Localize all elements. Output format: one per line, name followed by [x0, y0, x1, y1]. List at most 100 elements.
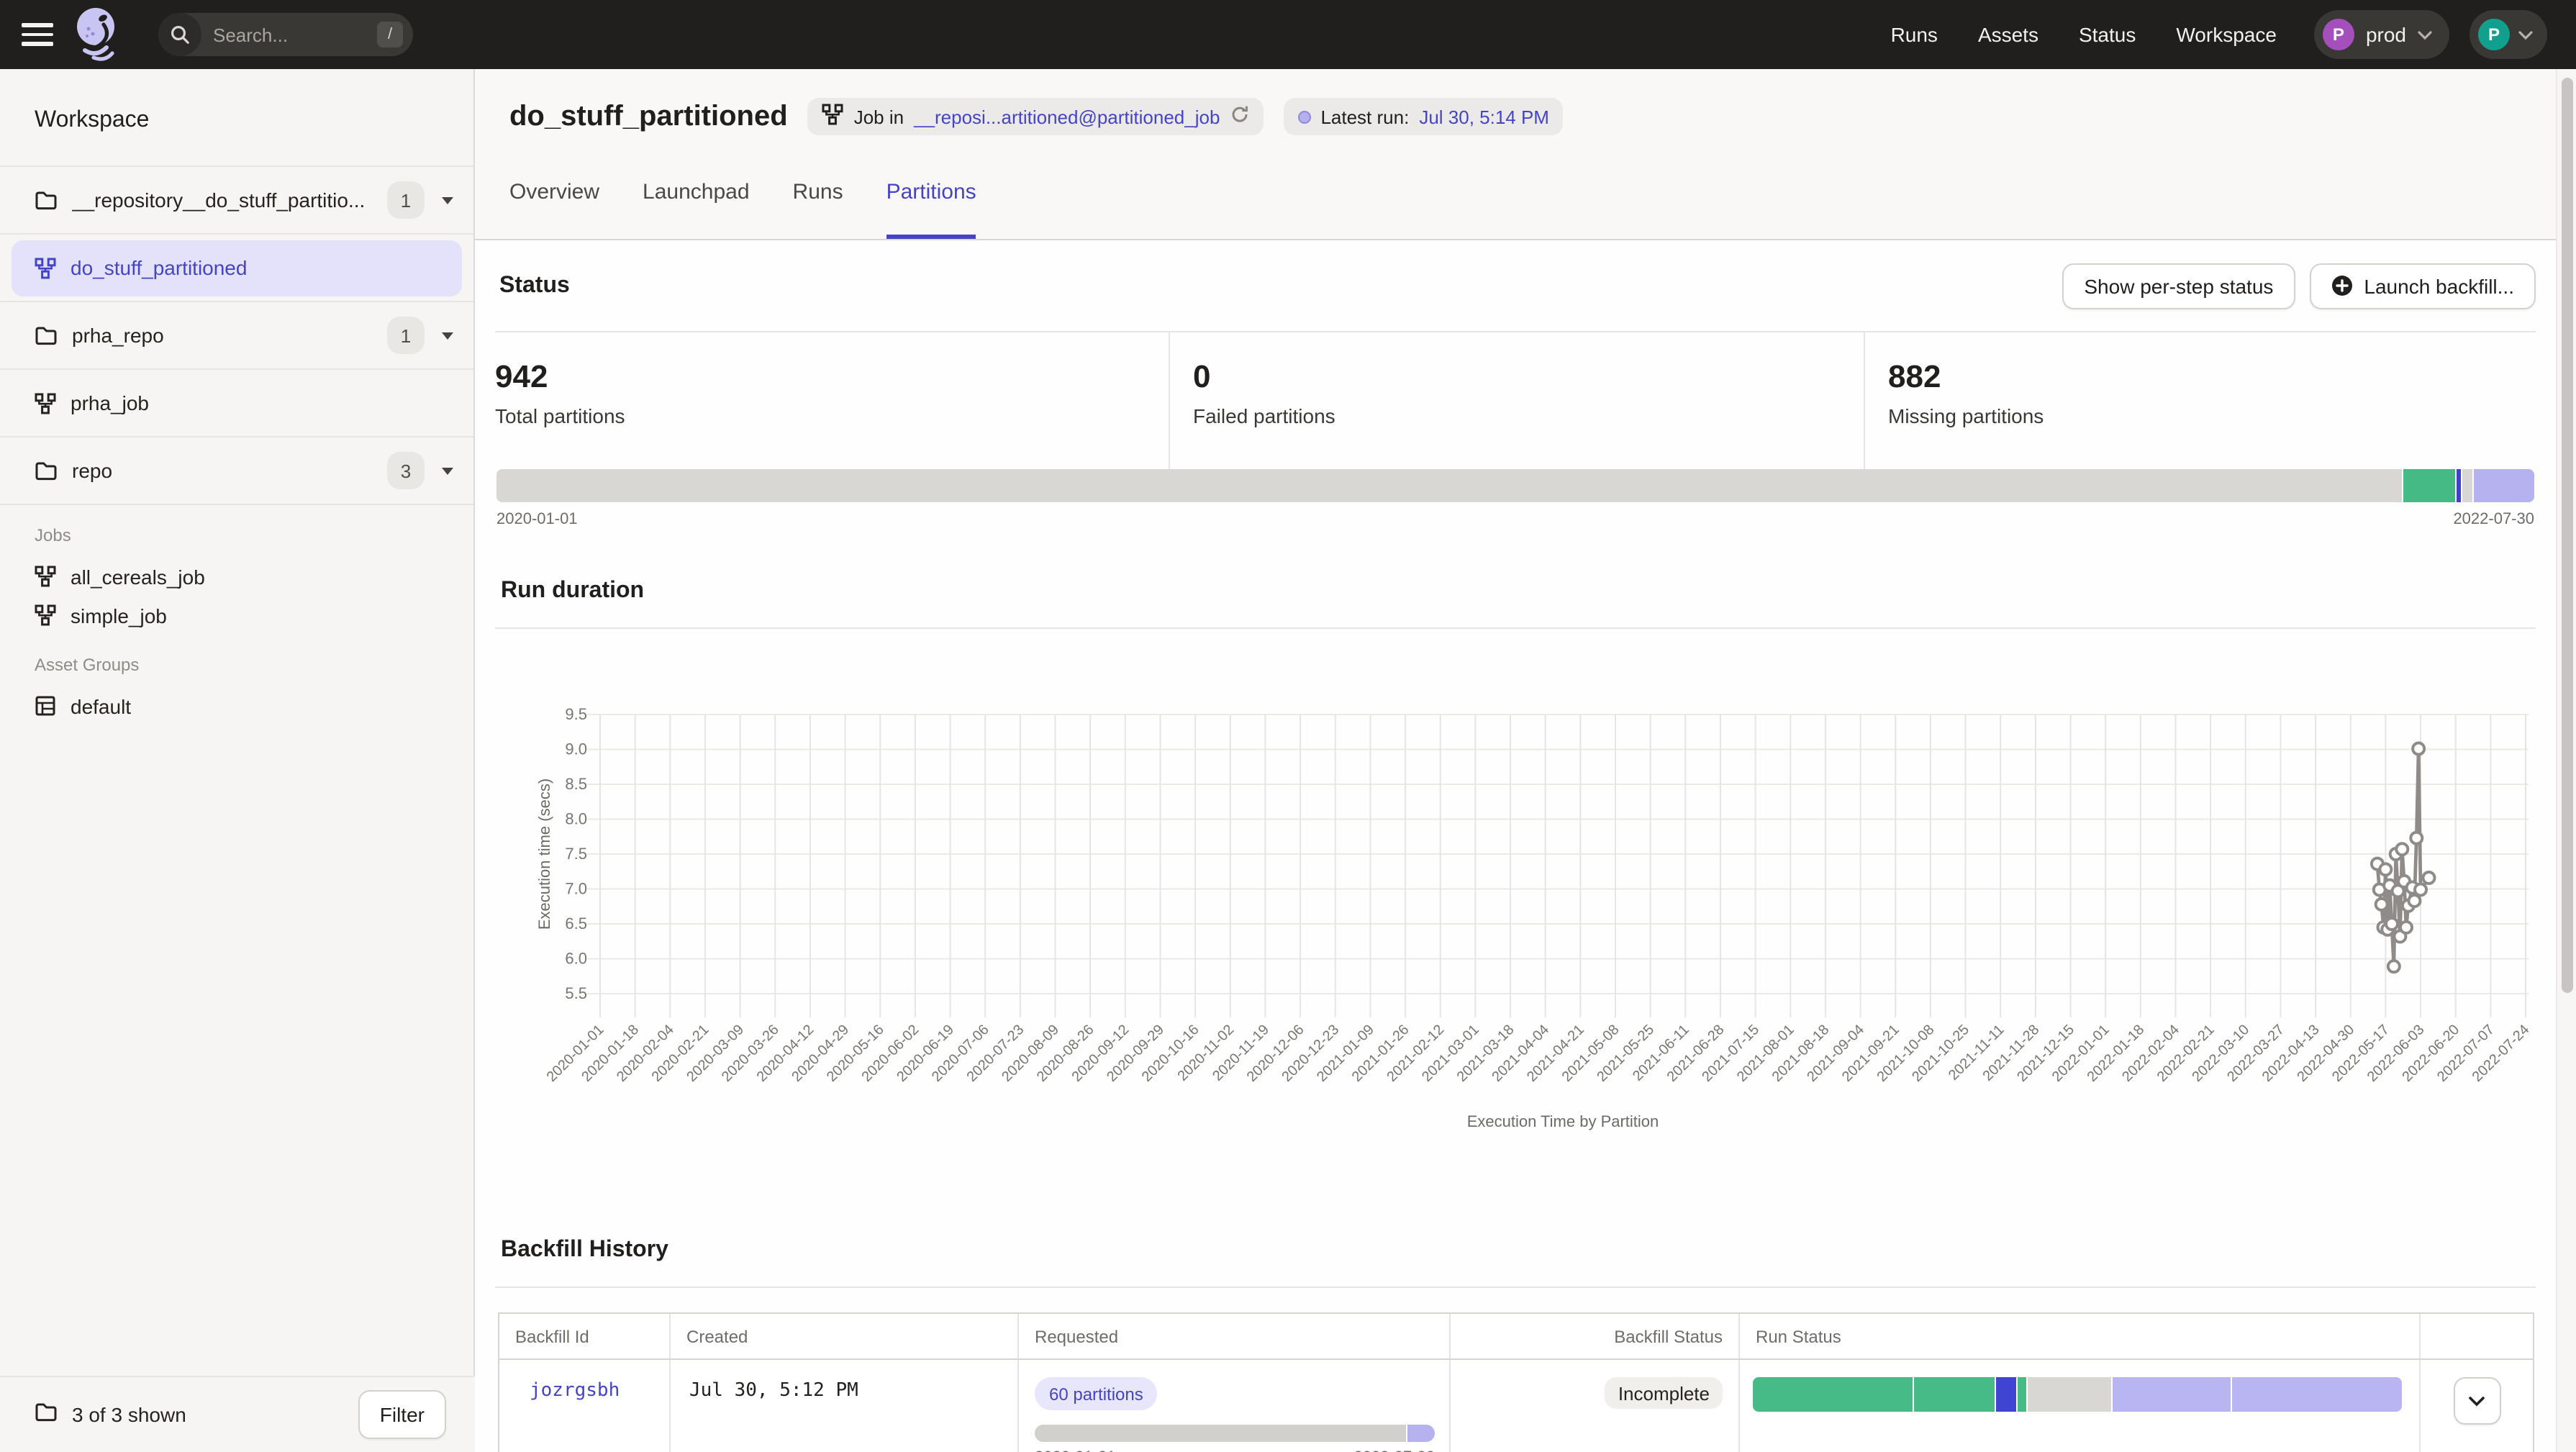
column-header-backfill-status: Backfill Status	[1451, 1314, 1740, 1358]
folder-icon	[35, 189, 58, 212]
nav-item-workspace[interactable]: Workspace	[2176, 23, 2277, 46]
column-header-backfill-id: Backfill Id	[499, 1314, 671, 1358]
requested-range-bar	[1035, 1425, 1435, 1442]
nav-item-assets[interactable]: Assets	[1978, 23, 2038, 46]
tab-partitions[interactable]: Partitions	[886, 145, 976, 239]
svg-text:5.5: 5.5	[565, 984, 587, 1002]
sidebar-item--repository-do-stuff-partitio-[interactable]: __repository__do_stuff_partitio...1	[0, 167, 473, 235]
filter-button[interactable]: Filter	[358, 1390, 446, 1439]
dagster-logo-icon[interactable]	[72, 6, 124, 63]
launch-backfill-button[interactable]: Launch backfill...	[2309, 263, 2536, 309]
column-header-actions	[2421, 1314, 2533, 1358]
sidebar-title: Workspace	[35, 108, 473, 134]
bar-segment	[1407, 1425, 1435, 1442]
bar-segment	[496, 469, 2403, 502]
page-header: do_stuff_partitioned Job in __reposi...a…	[475, 69, 2576, 240]
requested-range-labels: 2020-01-012022-07-30	[1035, 1449, 1435, 1452]
top-navigation: Runs Assets Status Workspace	[1891, 23, 2277, 46]
tab-launchpad[interactable]: Launchpad	[643, 145, 750, 239]
svg-text:9.5: 9.5	[565, 705, 587, 723]
svg-text:8.0: 8.0	[565, 810, 587, 828]
run-status-bar[interactable]	[1753, 1377, 2402, 1412]
sidebar-item-simple_job[interactable]: simple_job	[0, 596, 473, 635]
workspace-sidebar: Workspace __repository__do_stuff_partiti…	[0, 69, 475, 1452]
sidebar-item-label: prha_repo	[72, 324, 387, 347]
status-heading: Status	[499, 273, 570, 299]
run-duration-chart[interactable]: 2020-01-012020-01-182020-02-042020-02-21…	[495, 636, 2536, 1154]
repository-list: __repository__do_stuff_partitio...1 do_st…	[0, 165, 473, 505]
sidebar-item-do-stuff-partitioned[interactable]: do_stuff_partitioned	[0, 235, 473, 302]
sidebar-section-label: Jobs	[35, 525, 473, 545]
sidebar-item-label: do_stuff_partitioned	[71, 256, 453, 279]
sidebar-item-label: repo	[72, 459, 387, 482]
sidebar-item-repo[interactable]: repo3	[0, 437, 473, 505]
job-icon	[35, 604, 56, 626]
search-shortcut-key: /	[377, 22, 403, 47]
bar-segment	[1035, 1425, 1407, 1442]
search-input[interactable]	[210, 22, 366, 47]
stat-failed-partitions: 0Failed partitions	[1169, 332, 1864, 469]
repo-count-badge: 3	[387, 452, 425, 489]
sidebar-item-prha-job[interactable]: prha_job	[0, 370, 473, 437]
svg-text:Execution time (secs): Execution time (secs)	[535, 779, 553, 930]
refresh-icon[interactable]	[1230, 105, 1248, 128]
tab-runs[interactable]: Runs	[793, 145, 843, 239]
repo-count-badge: 1	[387, 181, 425, 219]
svg-text:6.5: 6.5	[565, 915, 587, 933]
chevron-down-icon	[2418, 30, 2432, 40]
sidebar-item-all_cereals_job[interactable]: all_cereals_job	[0, 557, 473, 596]
job-origin-chip: Job in __reposi...artitioned@partitioned…	[808, 98, 1264, 135]
tab-overview[interactable]: Overview	[509, 145, 599, 239]
sidebar-item-default[interactable]: default	[0, 686, 473, 725]
deployment-switcher[interactable]: P prod	[2314, 10, 2449, 59]
latest-run-time-link[interactable]: Jul 30, 5:14 PM	[1419, 106, 1549, 127]
bar-segment	[1996, 1377, 2017, 1412]
backfill-table: Backfill IdCreatedRequestedBackfill Stat…	[498, 1312, 2534, 1452]
stat-total-partitions: 942Total partitions	[495, 332, 1169, 469]
show-per-step-status-button[interactable]: Show per-step status	[2062, 263, 2295, 309]
sidebar-section-label: Asset Groups	[35, 655, 473, 675]
run-duration-heading: Run duration	[501, 578, 644, 603]
table-row: jozrgsbhJul 30, 5:12 PM60 partitions2020…	[499, 1360, 2533, 1452]
repo-count-badge: 1	[387, 317, 425, 354]
user-avatar: P	[2478, 19, 2510, 50]
deployment-avatar: P	[2323, 19, 2354, 50]
partition-range-start: 2020-01-01	[496, 511, 578, 528]
folder-icon	[35, 1399, 58, 1430]
bar-segment	[1753, 1377, 1915, 1412]
chevron-down-icon[interactable]	[442, 196, 453, 204]
search-box[interactable]: /	[158, 13, 413, 56]
chevron-down-icon[interactable]	[442, 467, 453, 474]
partition-status-bar[interactable]	[496, 469, 2534, 502]
sidebar-item-prha-repo[interactable]: prha_repo1	[0, 302, 473, 370]
bar-segment	[2457, 469, 2462, 502]
expand-row-button[interactable]	[2453, 1377, 2500, 1425]
svg-text:6.0: 6.0	[565, 950, 587, 968]
sidebar-item-label: all_cereals_job	[71, 565, 205, 588]
hamburger-menu-icon[interactable]	[22, 23, 53, 46]
bar-segment	[2474, 469, 2534, 502]
column-header-created: Created	[671, 1314, 1019, 1358]
user-menu[interactable]: P	[2470, 10, 2547, 59]
job-icon	[35, 392, 56, 414]
job-icon	[822, 104, 844, 130]
job-origin-link[interactable]: __reposi...artitioned@partitioned_job	[914, 106, 1220, 127]
bar-segment	[2017, 1377, 2027, 1412]
repos-shown-count: 3 of 3 shown	[72, 1403, 358, 1426]
nav-item-runs[interactable]: Runs	[1891, 23, 1938, 46]
requested-partitions-chip[interactable]: 60 partitions	[1035, 1377, 1158, 1410]
backfill-history-heading: Backfill History	[501, 1238, 668, 1262]
backfill-id-link[interactable]: jozrgsbh	[499, 1380, 620, 1402]
asset-group-icon	[35, 695, 56, 717]
chevron-down-icon[interactable]	[442, 332, 453, 339]
search-icon	[158, 13, 201, 56]
topbar: / Runs Assets Status Workspace P prod P	[0, 0, 2576, 69]
stat-value: 0	[1193, 358, 1864, 396]
nav-item-status[interactable]: Status	[2079, 23, 2136, 46]
stat-label: Missing partitions	[1888, 404, 2536, 427]
stat-label: Total partitions	[495, 404, 1169, 427]
page-scrollbar[interactable]	[2556, 69, 2576, 1452]
column-header-requested: Requested	[1019, 1314, 1451, 1358]
scrollbar-thumb[interactable]	[2562, 78, 2573, 993]
svg-text:9.0: 9.0	[565, 740, 587, 758]
